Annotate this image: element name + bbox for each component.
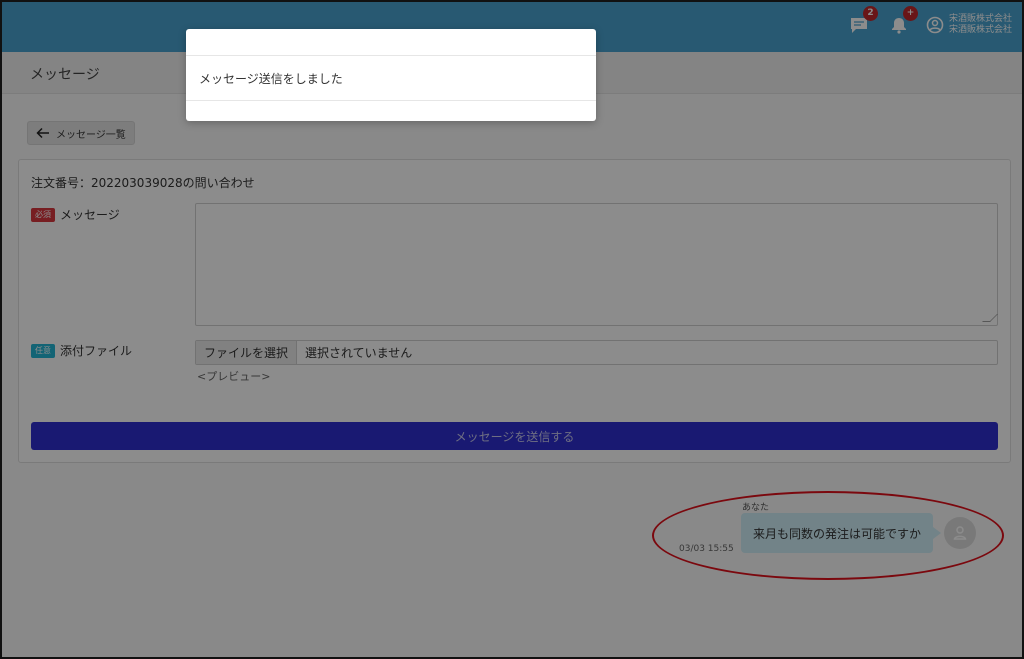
modal-message: メッセージ送信をしました bbox=[199, 71, 343, 86]
modal-header bbox=[186, 29, 596, 56]
confirmation-modal: メッセージ送信をしました bbox=[186, 29, 596, 121]
app-window: 2 + 宋酒販株式会社 宋酒販株式会社 メッセージ メッセージ一覧 注文番号：2… bbox=[0, 0, 1024, 659]
modal-body: メッセージ送信をしました bbox=[186, 56, 596, 101]
